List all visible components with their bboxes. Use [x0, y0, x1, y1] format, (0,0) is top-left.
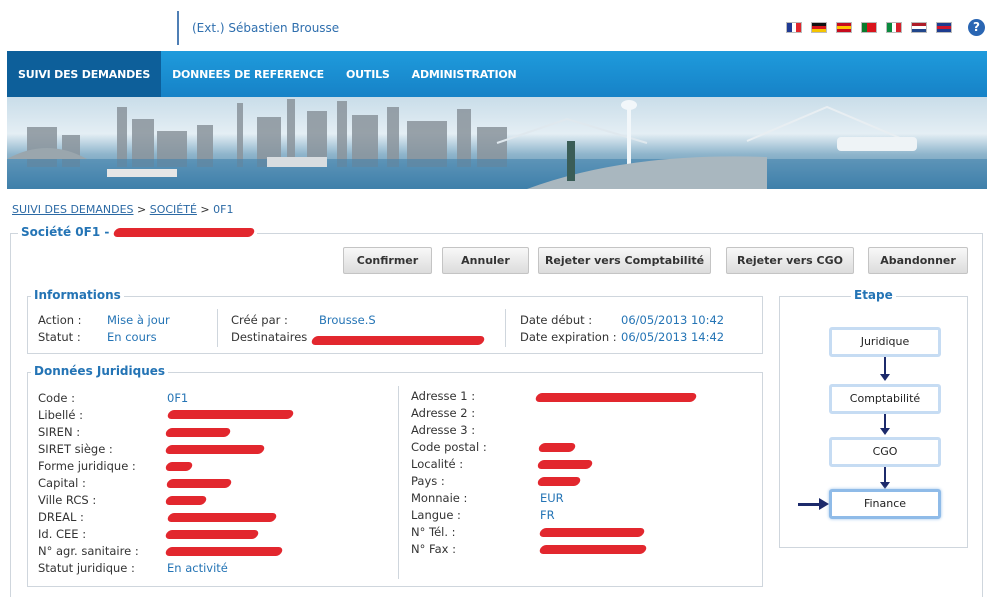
fax-label: N° Fax : [411, 542, 456, 556]
workflow-title: Etape [851, 288, 896, 302]
action-value: Mise à jour [107, 313, 170, 327]
breadcrumb-separator: > [137, 203, 147, 216]
current-step-arrow-icon [798, 498, 829, 510]
start-date-label: Date début : [520, 313, 593, 327]
breadcrumb-link-societe[interactable]: SOCIÉTÉ [150, 203, 197, 216]
expiry-date-value: 06/05/2013 14:42 [621, 330, 725, 344]
flag-nl-icon[interactable] [911, 22, 927, 33]
help-icon[interactable]: ? [968, 19, 985, 36]
flag-fr-icon[interactable] [786, 22, 802, 33]
cee-id-label: Id. CEE : [38, 527, 87, 541]
info-divider [505, 309, 506, 347]
redaction-mark [536, 477, 582, 486]
flag-es-icon[interactable] [836, 22, 852, 33]
redaction-mark [537, 443, 577, 452]
page-title: Société 0F1 - [18, 225, 257, 239]
code-value: 0F1 [167, 391, 189, 405]
redaction-mark [310, 336, 486, 345]
redaction-mark [534, 393, 698, 402]
capital-label: Capital : [38, 476, 86, 490]
step-juridique: Juridique [829, 327, 941, 357]
breadcrumb-link-suivi[interactable]: SUIVI DES DEMANDES [12, 203, 134, 216]
sanitary-number-label: N° agr. sanitaire : [38, 544, 139, 558]
status-value: En cours [107, 330, 157, 344]
step-comptabilite: Comptabilité [829, 384, 941, 414]
top-header: (Ext.) Sébastien Brousse ? [0, 0, 990, 50]
arrow-down-icon [880, 357, 890, 381]
legal-status-value: En activité [167, 561, 228, 575]
reject-accounting-button[interactable]: Rejeter vers Comptabilité [538, 247, 711, 274]
redaction-mark [164, 547, 284, 556]
status-label: Statut : [38, 330, 81, 344]
address1-label: Adresse 1 : [411, 389, 476, 403]
redaction-mark [538, 545, 648, 554]
flag-de-icon[interactable] [811, 22, 827, 33]
recipients-label: Destinataires [231, 330, 308, 344]
redaction-mark [164, 496, 208, 505]
created-by-value: Brousse.S [319, 313, 376, 327]
country-label: Pays : [411, 474, 445, 488]
redaction-mark [112, 228, 256, 237]
libelle-label: Libellé : [38, 408, 83, 422]
cancel-button[interactable]: Annuler [442, 247, 529, 274]
address2-label: Adresse 2 : [411, 406, 476, 420]
page-title-text: Société 0F1 - [21, 225, 110, 239]
abandon-button[interactable]: Abandonner [868, 247, 968, 274]
start-date-value: 06/05/2013 10:42 [621, 313, 725, 327]
siret-label: SIRET siège : [38, 442, 113, 456]
arrow-down-icon [880, 467, 890, 489]
step-cgo: CGO [829, 437, 941, 467]
informations-title: Informations [31, 288, 124, 302]
reject-cgo-button[interactable]: Rejeter vers CGO [726, 247, 854, 274]
action-label: Action : [38, 313, 82, 327]
legal-divider [398, 386, 399, 579]
created-by-label: Créé par : [231, 313, 288, 327]
arrow-down-icon [880, 414, 890, 435]
currency-label: Monnaie : [411, 491, 468, 505]
expiry-date-label: Date expiration : [520, 330, 617, 344]
language-flags [786, 22, 952, 33]
redaction-mark [166, 410, 295, 419]
nav-item-suivi-des-demandes[interactable]: SUIVI DES DEMANDES [7, 51, 162, 97]
nav-item-outils[interactable]: OUTILS [335, 51, 401, 97]
breadcrumb-current: 0F1 [213, 203, 234, 216]
redaction-mark [165, 479, 233, 488]
redaction-mark [164, 428, 232, 437]
breadcrumb: SUIVI DES DEMANDES > SOCIÉTÉ > 0F1 [12, 203, 233, 216]
step-finance-current: Finance [829, 489, 941, 519]
language-value: FR [540, 508, 555, 522]
postal-code-label: Code postal : [411, 440, 487, 454]
flag-gb-icon[interactable] [936, 22, 952, 33]
city-banner-image [7, 97, 987, 189]
info-divider [217, 309, 218, 347]
redaction-mark [166, 513, 278, 522]
address3-label: Adresse 3 : [411, 423, 476, 437]
redaction-mark [164, 445, 266, 454]
dreal-label: DREAL : [38, 510, 84, 524]
code-label: Code : [38, 391, 75, 405]
main-nav: SUIVI DES DEMANDES DONNEES DE REFERENCE … [7, 51, 987, 97]
flag-pt-icon[interactable] [861, 22, 877, 33]
rcs-city-label: Ville RCS : [38, 493, 97, 507]
redaction-mark [536, 460, 594, 469]
legal-data-title: Données Juridiques [31, 364, 169, 378]
nav-item-administration[interactable]: ADMINISTRATION [401, 51, 528, 97]
cityscape-illustration [7, 99, 987, 189]
locality-label: Localité : [411, 457, 464, 471]
siren-label: SIREN : [38, 425, 81, 439]
nav-item-donnees-de-reference[interactable]: DONNEES DE REFERENCE [161, 51, 335, 97]
phone-label: N° Tél. : [411, 525, 456, 539]
redaction-mark [164, 530, 260, 539]
redaction-mark [164, 462, 194, 471]
legal-status-label: Statut juridique : [38, 561, 135, 575]
confirm-button[interactable]: Confirmer [343, 247, 432, 274]
language-label: Langue : [411, 508, 461, 522]
redaction-mark [538, 528, 646, 537]
breadcrumb-separator: > [200, 203, 210, 216]
legal-form-label: Forme juridique : [38, 459, 136, 473]
header-separator [177, 11, 179, 45]
flag-it-icon[interactable] [886, 22, 902, 33]
currency-value: EUR [540, 491, 564, 505]
current-user: (Ext.) Sébastien Brousse [192, 21, 340, 35]
